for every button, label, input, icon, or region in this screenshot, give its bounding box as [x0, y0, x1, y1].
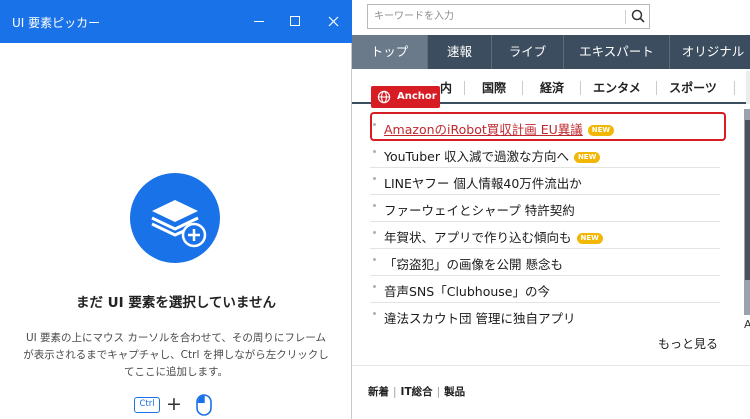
news-title[interactable]: ファーウェイとシャープ 特許契約 — [384, 200, 575, 219]
empty-state-heading: まだ UI 要素を選択していません — [75, 295, 277, 311]
search-input[interactable] — [368, 5, 620, 28]
bullet-icon — [373, 312, 376, 315]
layers-add-icon-circle — [130, 173, 220, 263]
close-icon — [328, 16, 338, 26]
category-sports[interactable]: スポーツ — [662, 79, 724, 97]
tab-latest[interactable]: 新着 — [368, 386, 389, 398]
news-title[interactable]: 違法スカウト団 管理に独自アプリ — [384, 308, 575, 327]
bullet-icon — [373, 177, 376, 180]
news-page: トップ 速報 ライブ エキスパート オリジナル 内 国際 経済 エンタメ スポー… — [352, 0, 750, 419]
mouse-left-click-icon — [196, 394, 212, 416]
new-badge: NEW — [573, 152, 601, 163]
empty-state-description: UI 要素の上にマウス カーソルを合わせて、その周りにフレームが表示されるまでキ… — [23, 332, 329, 378]
category-entertainment[interactable]: エンタメ — [586, 79, 648, 97]
news-item[interactable]: AmazonのiRobot買収計画 EU異議 NEW — [370, 114, 720, 141]
close-button[interactable] — [318, 6, 348, 36]
bullet-icon — [373, 258, 376, 261]
shortcut-hint: Ctrl + — [134, 393, 218, 416]
plus-sign: + — [166, 393, 182, 415]
stacked-layers-add-icon — [151, 200, 207, 248]
anchor-badge: Anchor — [371, 86, 440, 108]
news-title[interactable]: 年賀状、アプリで作り込む傾向も NEW — [384, 227, 603, 246]
new-badge: NEW — [587, 125, 615, 136]
tab-top[interactable]: トップ — [352, 35, 428, 69]
news-item[interactable]: ファーウェイとシャープ 特許契約 — [370, 195, 720, 222]
search-divider — [625, 10, 626, 24]
category-separator — [464, 81, 465, 95]
bullet-icon — [373, 285, 376, 288]
bullet-icon — [373, 150, 376, 153]
news-item[interactable]: YouTuber 収入減で過激な方向へ NEW — [370, 141, 720, 168]
news-title[interactable]: YouTuber 収入減で過激な方向へ NEW — [384, 146, 601, 165]
news-item[interactable]: 音声SNS「Clubhouse」の今 — [370, 276, 720, 303]
globe-icon — [377, 90, 391, 104]
tab-live[interactable]: ライブ — [492, 35, 564, 69]
side-thumbnail-shadow — [745, 120, 750, 280]
tab-it-general[interactable]: IT総合 — [401, 386, 433, 398]
news-item[interactable]: 「窃盗犯」の画像を公開 懸念も — [370, 249, 720, 276]
news-title[interactable]: 音声SNS「Clubhouse」の今 — [384, 281, 550, 300]
search-icon[interactable] — [630, 8, 646, 24]
element-picker-window: UI 要素ピッカー まだ UI 要素を選択していません UI 要素の上にマウス … — [0, 0, 352, 419]
ctrl-key-icon: Ctrl — [134, 397, 160, 413]
tab-breaking[interactable]: 速報 — [428, 35, 492, 69]
category-separator — [522, 81, 523, 95]
picker-titlebar[interactable]: UI 要素ピッカー — [0, 0, 352, 43]
category-international[interactable]: 国際 — [474, 79, 514, 97]
news-item[interactable]: LINEヤフー 個人情報40万件流出か — [370, 168, 720, 195]
search-box — [367, 4, 650, 29]
anchor-badge-label: Anchor — [397, 91, 437, 102]
bullet-icon — [373, 204, 376, 207]
screen: UI 要素ピッカー まだ UI 要素を選択していません UI 要素の上にマウス … — [0, 0, 750, 419]
tab-products[interactable]: 製品 — [444, 386, 465, 398]
news-title[interactable]: 「窃盗犯」の画像を公開 懸念も — [384, 254, 563, 273]
new-badge: NEW — [576, 233, 603, 244]
tab-original[interactable]: オリジナル — [670, 35, 750, 69]
category-separator — [656, 81, 657, 95]
picker-title: UI 要素ピッカー — [12, 16, 101, 30]
tab-expert[interactable]: エキスパート — [564, 35, 670, 69]
news-title[interactable]: LINEヤフー 個人情報40万件流出か — [384, 173, 582, 192]
news-item[interactable]: 違法スカウト団 管理に独自アプリ — [370, 303, 720, 330]
section-divider — [352, 365, 750, 366]
more-link[interactable]: もっと見る — [658, 335, 718, 352]
category-separator — [580, 81, 581, 95]
primary-nav: トップ 速報 ライブ エキスパート オリジナル — [352, 35, 750, 69]
side-text-fragment: A — [744, 318, 750, 331]
nav-overflow-edge — [746, 71, 750, 104]
news-title[interactable]: AmazonのiRobot買収計画 EU異議 NEW — [384, 119, 615, 138]
bullet-icon — [373, 123, 376, 126]
minimize-icon — [254, 20, 264, 22]
category-separator — [734, 81, 735, 95]
footer-tabs: 新着 | IT総合 | 製品 — [368, 386, 466, 398]
maximize-icon — [290, 16, 300, 26]
category-economy[interactable]: 経済 — [530, 79, 574, 97]
bullet-icon — [373, 231, 376, 234]
minimize-button[interactable] — [244, 6, 274, 36]
news-item[interactable]: 年賀状、アプリで作り込む傾向も NEW — [370, 222, 720, 249]
maximize-button[interactable] — [280, 6, 310, 36]
